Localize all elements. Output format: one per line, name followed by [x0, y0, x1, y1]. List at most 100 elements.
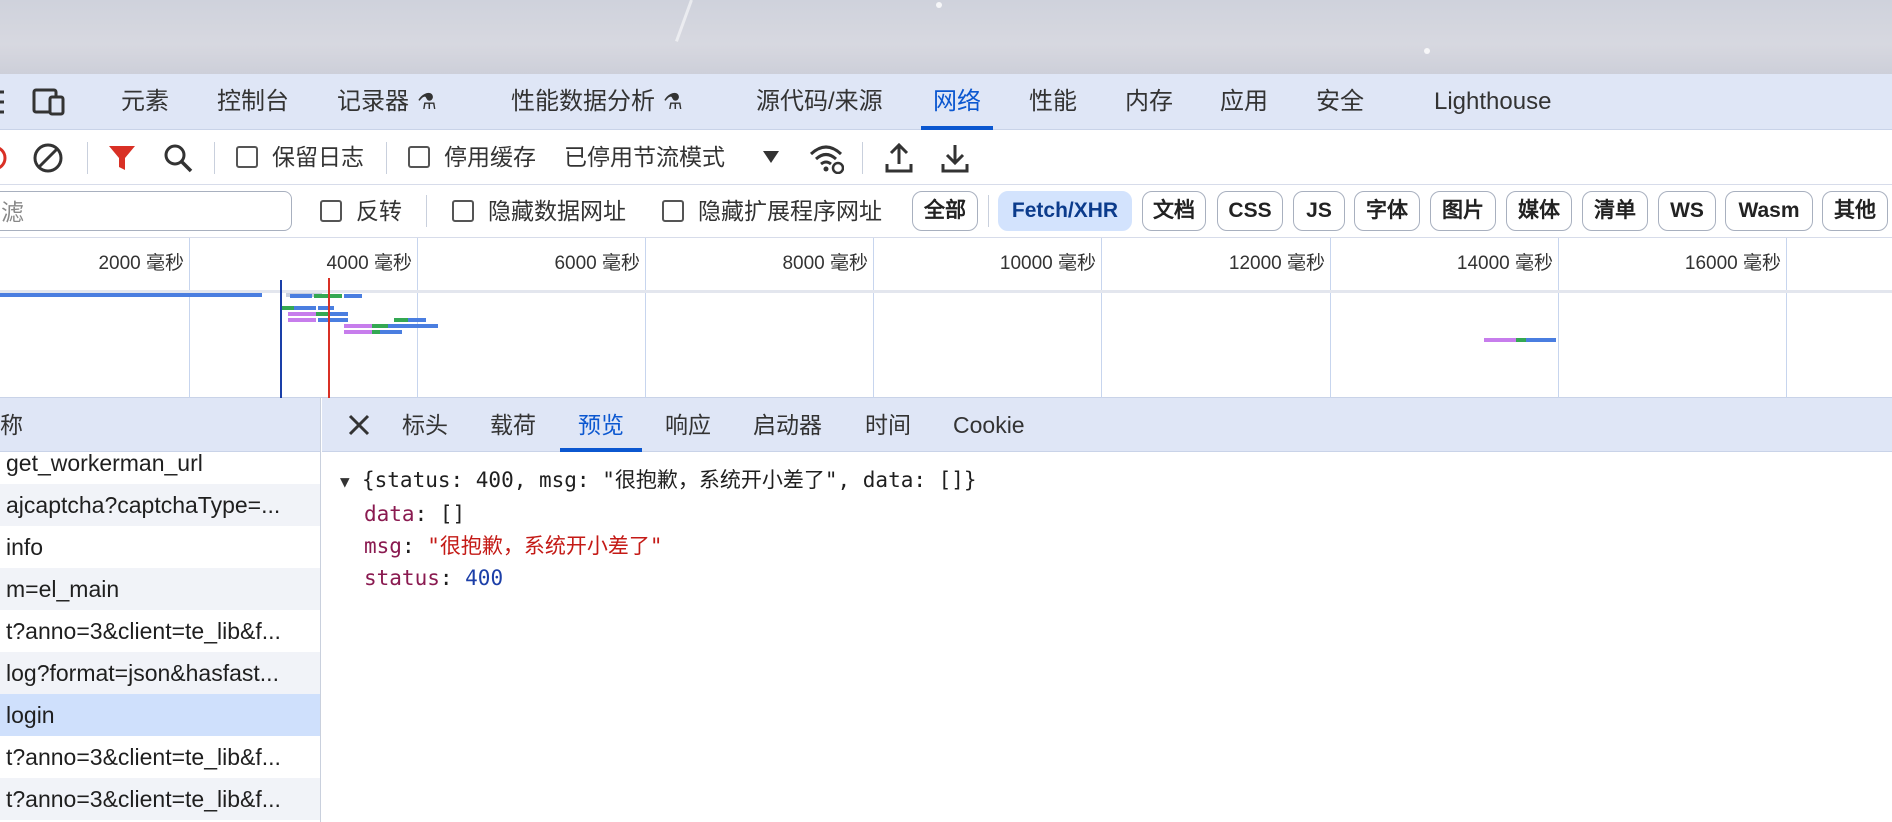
- request-row-selected[interactable]: login: [0, 694, 320, 736]
- tab-memory[interactable]: 内存: [1125, 74, 1173, 130]
- json-key: data: [364, 502, 415, 526]
- network-conditions-icon[interactable]: [808, 142, 845, 175]
- tab-cookies[interactable]: Cookie: [953, 398, 1025, 452]
- timeline-tick-label: 10000 毫秒: [999, 253, 1096, 274]
- tab-elements[interactable]: 元素: [121, 74, 169, 130]
- tab-label: 应用: [1220, 88, 1268, 115]
- invert-checkbox[interactable]: [320, 200, 342, 222]
- request-detail-panel: 标头 载荷 预览 响应 启动器 时间 Cookie ▼ {status: 400,…: [322, 398, 1892, 822]
- detail-tab-bar: 标头 载荷 预览 响应 启动器 时间 Cookie: [322, 398, 1892, 452]
- hide-data-urls-checkbox[interactable]: [452, 200, 474, 222]
- throttling-select[interactable]: 已停用节流模式: [564, 130, 725, 185]
- device-toolbar-icon[interactable]: [32, 88, 66, 116]
- timeline-tick-label: 14000 毫秒: [1456, 253, 1553, 274]
- hide-data-urls-label: 隐藏数据网址: [488, 198, 626, 224]
- close-detail-icon[interactable]: [342, 408, 376, 442]
- request-row[interactable]: t?anno=3&client=te_lib&f...: [0, 610, 320, 652]
- timeline-overview-band: [0, 290, 1892, 293]
- filter-type-wasm[interactable]: Wasm: [1725, 191, 1813, 231]
- tab-recorder[interactable]: 记录器 ⚗: [337, 74, 437, 130]
- timeline-request-bar: [328, 312, 348, 316]
- request-row[interactable]: log?format=json&hasfast...: [0, 652, 320, 694]
- filter-type-media[interactable]: 媒体: [1506, 191, 1572, 231]
- clear-icon[interactable]: [32, 142, 64, 174]
- tab-label: 记录器: [337, 88, 409, 115]
- request-row[interactable]: t?anno=3&client=te_lib&f...: [0, 778, 320, 820]
- tab-application[interactable]: 应用: [1220, 74, 1268, 130]
- background-dot: [936, 2, 942, 8]
- export-har-icon[interactable]: [940, 142, 970, 174]
- experiment-flask-icon: ⚗: [663, 89, 683, 114]
- network-toolbar: 保留日志 停用缓存 已停用节流模式: [0, 130, 1892, 185]
- tab-performance[interactable]: 性能: [1029, 74, 1077, 130]
- tab-response[interactable]: 响应: [665, 398, 711, 452]
- filter-type-img[interactable]: 图片: [1430, 191, 1496, 231]
- timeline-request-bar: [282, 306, 294, 310]
- expand-triangle-icon[interactable]: ▼: [340, 466, 362, 498]
- timeline-tick-label: 8000 毫秒: [782, 253, 868, 274]
- devtools-tab-bar: 元素 控制台 记录器 ⚗ 性能数据分析 ⚗ 源代码/来源 网络 性能 内存 应用 安…: [0, 74, 1892, 130]
- search-icon[interactable]: [163, 143, 193, 173]
- request-name-column: 称 get_workerman_url ajcaptcha?captchaTyp…: [0, 398, 321, 822]
- tab-console[interactable]: 控制台: [217, 74, 289, 130]
- json-field-status: status: 400: [364, 566, 504, 590]
- tab-lighthouse[interactable]: Lighthouse: [1434, 74, 1551, 130]
- tab-performance-insights[interactable]: 性能数据分析 ⚗: [511, 74, 683, 130]
- request-row[interactable]: info: [0, 526, 320, 568]
- tab-initiator[interactable]: 启动器: [753, 398, 822, 452]
- experiment-flask-icon: ⚗: [417, 89, 437, 114]
- browser-background: [0, 0, 1892, 74]
- timeline-request-bar: [316, 312, 328, 316]
- filter-type-manifest[interactable]: 清单: [1582, 191, 1648, 231]
- tab-label: Lighthouse: [1434, 88, 1552, 115]
- timeline-gridline: [645, 238, 646, 398]
- filter-type-doc[interactable]: 文档: [1142, 191, 1206, 231]
- network-overview-timeline[interactable]: 2000 毫秒 4000 毫秒 6000 毫秒 8000 毫秒 10000 毫秒…: [0, 238, 1892, 398]
- toolbar-separator: [87, 142, 88, 174]
- tab-security[interactable]: 安全: [1316, 74, 1364, 130]
- filter-type-ws[interactable]: WS: [1658, 191, 1716, 231]
- json-value: "很抱歉，系统开小差了": [427, 534, 663, 558]
- filter-input[interactable]: 滤: [0, 191, 292, 231]
- filter-separator: [426, 195, 427, 227]
- inspect-element-icon[interactable]: [0, 88, 8, 116]
- tab-network[interactable]: 网络: [921, 74, 993, 130]
- tab-label: 网络: [933, 88, 981, 115]
- dropdown-arrow-icon[interactable]: [762, 150, 780, 164]
- hide-extension-urls-checkbox[interactable]: [662, 200, 684, 222]
- timeline-tick-label: 12000 毫秒: [1228, 253, 1325, 274]
- filter-type-fetch-xhr[interactable]: Fetch/XHR: [998, 191, 1132, 231]
- filter-type-js[interactable]: JS: [1293, 191, 1345, 231]
- filter-icon[interactable]: [107, 143, 137, 173]
- import-har-icon[interactable]: [884, 142, 914, 174]
- disable-cache-checkbox[interactable]: [408, 146, 430, 168]
- json-root-line[interactable]: ▼ {status: 400, msg: "很抱歉，系统开小差了", data: …: [340, 464, 977, 498]
- request-row[interactable]: ajcaptcha?captchaType=...: [0, 484, 320, 526]
- tab-sources[interactable]: 源代码/来源: [756, 74, 883, 130]
- tab-label: 内存: [1125, 88, 1173, 115]
- tab-timing[interactable]: 时间: [865, 398, 911, 452]
- timeline-request-bar: [372, 330, 380, 334]
- tab-payload[interactable]: 载荷: [490, 398, 536, 452]
- timeline-gridline: [1558, 238, 1559, 398]
- request-row[interactable]: t?anno=3&client=te_lib&f...: [0, 736, 320, 778]
- filter-type-all[interactable]: 全部: [912, 191, 978, 231]
- record-icon[interactable]: [0, 144, 12, 172]
- timeline-tick-label: 6000 毫秒: [554, 253, 640, 274]
- timeline-request-bar: [388, 324, 438, 328]
- preserve-log-checkbox[interactable]: [236, 146, 258, 168]
- json-field-data: data: []: [364, 502, 466, 526]
- tab-headers[interactable]: 标头: [402, 398, 448, 452]
- json-value: []: [439, 502, 466, 526]
- filter-type-font[interactable]: 字体: [1354, 191, 1420, 231]
- timeline-request-bar: [408, 318, 426, 322]
- filter-separator: [988, 195, 989, 227]
- timeline-request-bar: [344, 330, 372, 334]
- request-row[interactable]: m=el_main: [0, 568, 320, 610]
- json-field-msg: msg: "很抱歉，系统开小差了": [364, 534, 663, 558]
- request-row[interactable]: get_workerman_url: [0, 442, 320, 484]
- tab-preview[interactable]: 预览: [560, 398, 642, 452]
- filter-type-css[interactable]: CSS: [1217, 191, 1283, 231]
- filter-type-other[interactable]: 其他: [1822, 191, 1888, 231]
- tab-label: 性能: [1029, 88, 1077, 115]
